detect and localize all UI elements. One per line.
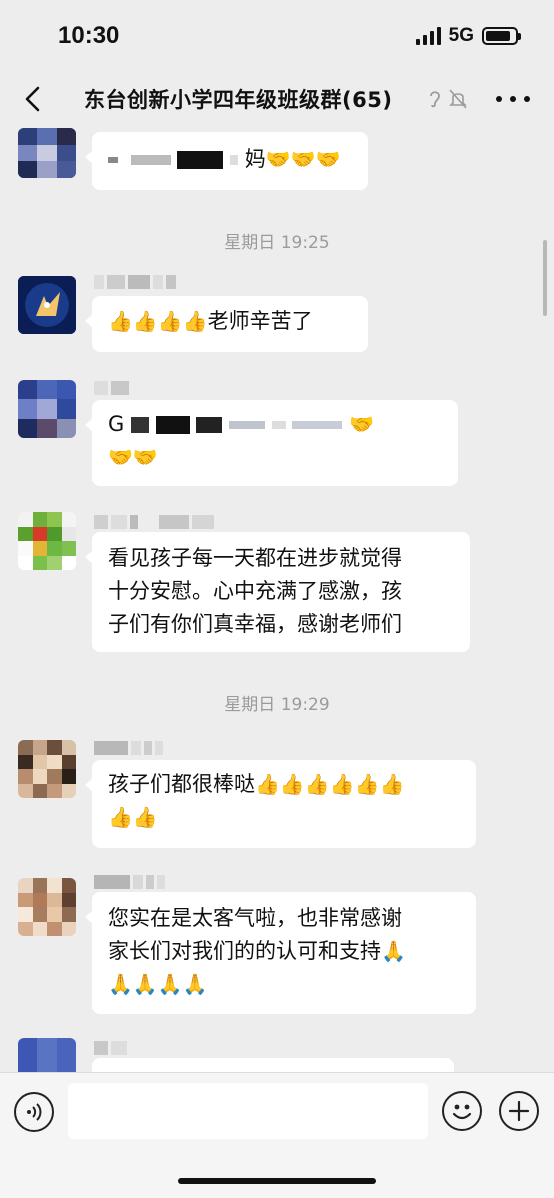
- sender-name: [94, 378, 129, 398]
- message-input[interactable]: [68, 1083, 428, 1139]
- more-button[interactable]: [496, 86, 530, 112]
- folded-hands-emoji: 🙏: [108, 972, 133, 996]
- message-line: 子们有你们真幸福，感谢老师们: [108, 612, 402, 636]
- thumbs-up-emoji: 👍: [182, 309, 208, 333]
- thumbs-up-emoji: 👍: [255, 772, 280, 796]
- message-line: 您实在是太客气啦，也非常感谢: [108, 906, 402, 930]
- message-text: 孩子们都很棒哒: [108, 772, 255, 796]
- thumbs-up-emoji: 👍: [329, 772, 355, 796]
- redacted-text: [155, 416, 190, 434]
- mute-bell-icon: [449, 89, 467, 109]
- handshake-emoji: 🤝: [265, 147, 291, 171]
- message-line: 十分安慰。心中充满了感激，孩: [108, 579, 402, 603]
- timestamp: 星期日 19:29: [224, 695, 330, 715]
- message-bubble[interactable]: 妈🤝🤝🤝: [85, 132, 368, 190]
- scrollbar[interactable]: [543, 240, 547, 316]
- status-indicators: 5G: [415, 24, 521, 48]
- sender-name: [94, 738, 163, 758]
- handshake-emoji: 🤝: [349, 412, 374, 436]
- more-dot: [510, 96, 516, 102]
- redacted-text: [130, 417, 149, 433]
- thumbs-up-emoji: 👍: [279, 772, 305, 796]
- chevron-left-icon: [25, 86, 40, 112]
- sender-name: [94, 272, 176, 292]
- title-status-icons: [428, 88, 468, 110]
- avatar[interactable]: [18, 380, 76, 438]
- more-dot: [496, 96, 502, 102]
- redacted-text: [229, 421, 266, 429]
- redacted-text: [271, 421, 286, 429]
- voice-icon: [27, 1103, 42, 1121]
- sender-name: [94, 872, 165, 892]
- thumbs-up-emoji: 👍: [304, 772, 330, 796]
- folded-hands-emoji: 🙏: [132, 972, 158, 996]
- more-dot: [524, 96, 530, 102]
- message-bubble[interactable]: G 🤝 🤝🤝: [85, 400, 458, 486]
- handshake-emoji: 🤝: [108, 445, 133, 469]
- redacted-text: [230, 155, 239, 165]
- emoji-button[interactable]: [442, 1091, 482, 1131]
- status-time: 10:30: [58, 22, 120, 49]
- message-line: 家长们对我们的的认可和支持: [108, 939, 381, 963]
- folded-hands-emoji: 🙏: [182, 972, 208, 996]
- message-bubble[interactable]: [92, 1058, 454, 1072]
- thumbs-up-emoji: 👍: [108, 309, 133, 333]
- nav-bar: 东台创新小学四年级班级群(65): [0, 72, 554, 126]
- folded-hands-emoji: 🙏: [381, 939, 406, 963]
- voice-button[interactable]: [14, 1092, 54, 1132]
- redacted-text: [292, 421, 343, 429]
- avatar[interactable]: [18, 740, 76, 798]
- handshake-emoji: 🤝: [290, 147, 316, 171]
- chat-area[interactable]: 妈🤝🤝🤝 星期日 19:25 👍👍👍👍老师辛苦了 G 🤝 🤝🤝 看见孩子每一天都…: [0, 126, 554, 1072]
- thumbs-up-emoji: 👍: [108, 805, 133, 829]
- plus-icon: [508, 1100, 530, 1122]
- thumbs-up-emoji: 👍: [354, 772, 380, 796]
- redacted-text: [196, 417, 223, 433]
- avatar[interactable]: [18, 1038, 76, 1072]
- handshake-emoji: 🤝: [132, 445, 158, 469]
- thumbs-up-emoji: 👍: [157, 309, 183, 333]
- message-bubble[interactable]: 您实在是太客气啦，也非常感谢 家长们对我们的的认可和支持🙏 🙏🙏🙏🙏: [85, 892, 476, 1014]
- thumbs-up-emoji: 👍: [132, 309, 158, 333]
- home-indicator[interactable]: [178, 1178, 376, 1184]
- redacted-text: [108, 157, 118, 163]
- smiley-icon: [452, 1104, 472, 1120]
- message-text: G: [108, 412, 125, 436]
- avatar[interactable]: [18, 276, 76, 334]
- ear-icon: [430, 91, 440, 108]
- message-bubble[interactable]: 👍👍👍👍老师辛苦了: [85, 296, 368, 352]
- message-bubble[interactable]: 看见孩子每一天都在进步就觉得 十分安慰。心中充满了感激，孩 子们有你们真幸福，感…: [85, 532, 470, 652]
- folded-hands-emoji: 🙏: [157, 972, 183, 996]
- thumbs-up-emoji: 👍: [379, 772, 405, 796]
- avatar[interactable]: [18, 512, 76, 570]
- sender-name: [94, 512, 214, 532]
- message-bubble[interactable]: 孩子们都很棒哒👍👍👍👍👍👍 👍👍: [85, 760, 476, 848]
- avatar-image: [18, 276, 76, 334]
- chat-title: 东台创新小学四年级班级群(65): [84, 88, 393, 112]
- network-label: 5G: [448, 25, 474, 46]
- avatar[interactable]: [18, 128, 76, 178]
- handshake-emoji: 🤝: [315, 147, 341, 171]
- avatar[interactable]: [18, 878, 76, 936]
- sender-name: [94, 1038, 127, 1058]
- timestamp: 星期日 19:25: [224, 233, 330, 253]
- thumbs-up-emoji: 👍: [132, 805, 158, 829]
- battery-icon: [482, 27, 521, 45]
- redacted-text: [177, 151, 224, 169]
- message-line: 看见孩子每一天都在进步就觉得: [108, 546, 402, 570]
- status-bar: 10:30 5G: [0, 0, 554, 72]
- message-text: 妈: [244, 147, 266, 171]
- more-functions-button[interactable]: [499, 1091, 539, 1131]
- back-button[interactable]: [16, 82, 50, 116]
- message-text: 老师辛苦了: [207, 309, 313, 333]
- signal-icon: [415, 27, 441, 45]
- redacted-text: [130, 155, 171, 165]
